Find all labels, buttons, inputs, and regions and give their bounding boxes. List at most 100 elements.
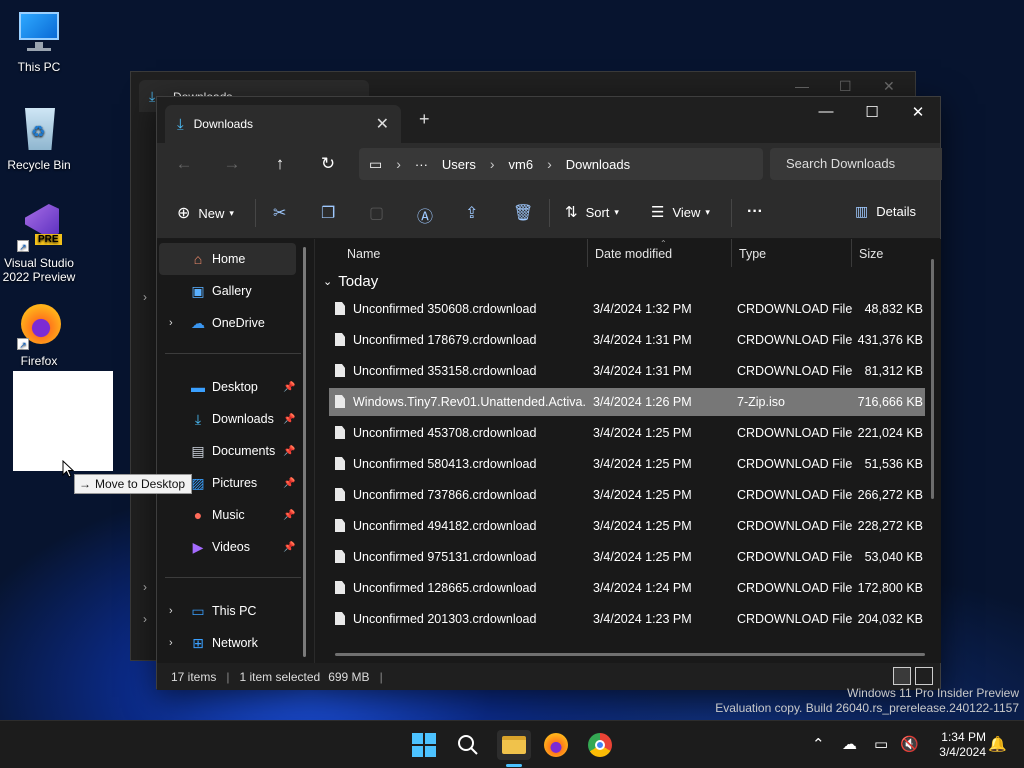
monitor-icon bbox=[15, 8, 63, 56]
chevron-right-icon: › bbox=[489, 156, 495, 172]
sidebar-scrollbar[interactable] bbox=[303, 247, 306, 657]
desktop-icon-label: Firefox bbox=[20, 354, 58, 368]
file-row[interactable]: Windows.Tiny7.Rev01.Unattended.Activa...… bbox=[329, 388, 925, 416]
chevron-right-icon[interactable]: › bbox=[169, 637, 173, 649]
file-row[interactable]: Unconfirmed 737866.crdownload 3/4/2024 1:… bbox=[329, 481, 925, 509]
maximize-icon[interactable]: ☐ bbox=[839, 78, 852, 95]
trash-icon: 🗑 bbox=[513, 205, 534, 222]
sort-button[interactable]: ⇅ Sort ▾ bbox=[565, 203, 619, 221]
minimize-button[interactable]: — bbox=[803, 103, 849, 120]
chevron-up-icon[interactable]: ⌃ bbox=[812, 735, 825, 753]
sidebar-item-onedrive[interactable]: › ☁ OneDrive bbox=[159, 307, 296, 339]
file-row[interactable]: Unconfirmed 178679.crdownload 3/4/2024 1:… bbox=[329, 326, 925, 354]
sidebar-item-home[interactable]: ⌂ Home bbox=[159, 243, 296, 275]
file-icon bbox=[335, 395, 345, 408]
search-input[interactable]: Search Downloads bbox=[770, 148, 942, 180]
chevron-right-icon[interactable]: › bbox=[169, 605, 173, 617]
explorer-window[interactable]: ⤓ Downloads ✕ + — ☐ ✕ ← → ↑ ↻ ▭ › ··· Us… bbox=[156, 96, 942, 690]
sidebar-item-videos[interactable]: ▶ Videos 📌 bbox=[159, 531, 296, 563]
navigation-pane: ⌂ Home ▣ Gallery › ☁ OneDrive ▬ Desktop … bbox=[157, 239, 315, 663]
file-date: 3/4/2024 1:25 PM bbox=[593, 457, 692, 471]
file-row[interactable]: Unconfirmed 201303.crdownload 3/4/2024 1:… bbox=[329, 605, 925, 633]
vertical-scrollbar[interactable] bbox=[931, 259, 934, 499]
column-header-type[interactable]: Type bbox=[731, 239, 851, 267]
close-tab-icon[interactable]: ✕ bbox=[376, 114, 389, 134]
notification-bell-icon[interactable]: 🔔 bbox=[988, 735, 1007, 753]
file-type: CRDOWNLOAD File bbox=[737, 333, 853, 347]
copy-button[interactable]: ❐ bbox=[321, 203, 335, 223]
sidebar-item-network[interactable]: › ⊞ Network bbox=[159, 627, 296, 659]
search-button[interactable] bbox=[453, 730, 483, 760]
pin-icon: 📌 bbox=[283, 413, 296, 425]
details-view-icon[interactable] bbox=[893, 667, 911, 685]
file-row[interactable]: Unconfirmed 453708.crdownload 3/4/2024 1:… bbox=[329, 419, 925, 447]
pin-icon: 📌 bbox=[283, 509, 296, 521]
firefox-taskbar-button[interactable] bbox=[541, 730, 571, 760]
sidebar-item-music[interactable]: ● Music 📌 bbox=[159, 499, 296, 531]
expand-chevron-icon[interactable]: › bbox=[143, 290, 147, 304]
column-header-date[interactable]: Date modified bbox=[587, 239, 731, 267]
column-header-size[interactable]: Size bbox=[851, 239, 931, 267]
file-row[interactable]: Unconfirmed 353158.crdownload 3/4/2024 1:… bbox=[329, 357, 925, 385]
close-icon[interactable]: ✕ bbox=[883, 78, 895, 95]
up-arrow-icon[interactable]: ↑ bbox=[267, 154, 293, 174]
file-row[interactable]: Unconfirmed 350608.crdownload 3/4/2024 1:… bbox=[329, 295, 925, 323]
file-row[interactable]: Unconfirmed 975131.crdownload 3/4/2024 1:… bbox=[329, 543, 925, 571]
file-name: Unconfirmed 975131.crdownload bbox=[353, 550, 537, 564]
chevron-right-icon[interactable]: › bbox=[169, 317, 173, 329]
rename-button[interactable]: Ⓐ bbox=[417, 203, 433, 227]
view-button[interactable]: ☰ View ▾ bbox=[651, 203, 710, 221]
sidebar-item-desktop[interactable]: ▬ Desktop 📌 bbox=[159, 371, 296, 403]
minimize-icon[interactable]: — bbox=[795, 78, 809, 94]
file-name: Unconfirmed 350608.crdownload bbox=[353, 302, 537, 316]
sidebar-item-gallery[interactable]: ▣ Gallery bbox=[159, 275, 296, 307]
sidebar-item-downloads[interactable]: ⤓ Downloads 📌 bbox=[159, 403, 296, 435]
onedrive-offline-icon[interactable]: ☁ bbox=[842, 735, 857, 753]
breadcrumb-users[interactable]: Users bbox=[442, 157, 476, 172]
taskbar: ⌃ ☁ ▭ 🔇 1:34 PM 3/4/2024 🔔 bbox=[0, 720, 1024, 768]
horizontal-scrollbar[interactable] bbox=[335, 653, 925, 656]
desktop-icon-firefox[interactable]: ↗ Firefox bbox=[0, 302, 78, 368]
forward-arrow-icon[interactable]: → bbox=[219, 154, 245, 174]
details-button[interactable]: ▥ Details bbox=[855, 203, 916, 220]
file-name: Unconfirmed 201303.crdownload bbox=[353, 612, 537, 626]
refresh-icon[interactable]: ↻ bbox=[315, 154, 341, 174]
breadcrumb-downloads[interactable]: Downloads bbox=[566, 157, 630, 172]
volume-icon[interactable]: 🔇 bbox=[900, 735, 919, 753]
tab-downloads[interactable]: ⤓ Downloads ✕ bbox=[165, 105, 401, 143]
paste-button[interactable]: ▢ bbox=[369, 203, 384, 223]
network-status-icon[interactable]: ▭ bbox=[874, 735, 888, 753]
file-row[interactable]: Unconfirmed 494182.crdownload 3/4/2024 1:… bbox=[329, 512, 925, 540]
more-options-button[interactable]: ··· bbox=[747, 203, 763, 221]
cut-button[interactable]: ✂ bbox=[273, 203, 286, 223]
back-arrow-icon[interactable]: ← bbox=[171, 154, 197, 174]
new-button[interactable]: ⊕ New ▾ bbox=[177, 203, 234, 223]
sidebar-item-documents[interactable]: ▤ Documents 📌 bbox=[159, 435, 296, 467]
title-bar[interactable]: ⤓ Downloads ✕ + — ☐ ✕ bbox=[157, 97, 940, 143]
clock[interactable]: 1:34 PM 3/4/2024 bbox=[926, 730, 986, 760]
file-row[interactable]: Unconfirmed 580413.crdownload 3/4/2024 1:… bbox=[329, 450, 925, 478]
start-button[interactable] bbox=[409, 730, 439, 760]
chevron-down-icon: ▾ bbox=[229, 207, 234, 218]
new-tab-button[interactable]: + bbox=[419, 109, 430, 130]
file-explorer-taskbar-button[interactable] bbox=[497, 730, 531, 760]
address-bar[interactable]: ▭ › ··· Users › vm6 › Downloads bbox=[359, 148, 763, 180]
expand-chevron-icon[interactable]: › bbox=[143, 612, 147, 626]
file-date: 3/4/2024 1:23 PM bbox=[593, 612, 692, 626]
maximize-button[interactable]: ☐ bbox=[849, 103, 895, 121]
more-path-icon[interactable]: ··· bbox=[415, 157, 428, 172]
file-row[interactable]: Unconfirmed 128665.crdownload 3/4/2024 1:… bbox=[329, 574, 925, 602]
delete-button[interactable]: 🗑 bbox=[513, 203, 533, 223]
breadcrumb-vm6[interactable]: vm6 bbox=[509, 157, 534, 172]
expand-chevron-icon[interactable]: › bbox=[143, 580, 147, 594]
desktop-icon-recycle-bin[interactable]: ♻ Recycle Bin bbox=[0, 106, 78, 172]
close-window-button[interactable]: ✕ bbox=[895, 103, 941, 121]
share-button[interactable]: ⇪ bbox=[465, 203, 478, 223]
desktop-icon-visual-studio[interactable]: PRE ↗ Visual Studio 2022 Preview bbox=[0, 204, 78, 284]
group-header-today[interactable]: ⌄ Today bbox=[323, 273, 378, 290]
sidebar-item-this-pc[interactable]: › ▭ This PC bbox=[159, 595, 296, 627]
tiles-view-icon[interactable] bbox=[915, 667, 933, 685]
desktop-icon-this-pc[interactable]: This PC bbox=[0, 8, 78, 74]
column-header-name[interactable]: Name bbox=[339, 239, 587, 267]
chrome-taskbar-button[interactable] bbox=[585, 730, 615, 760]
